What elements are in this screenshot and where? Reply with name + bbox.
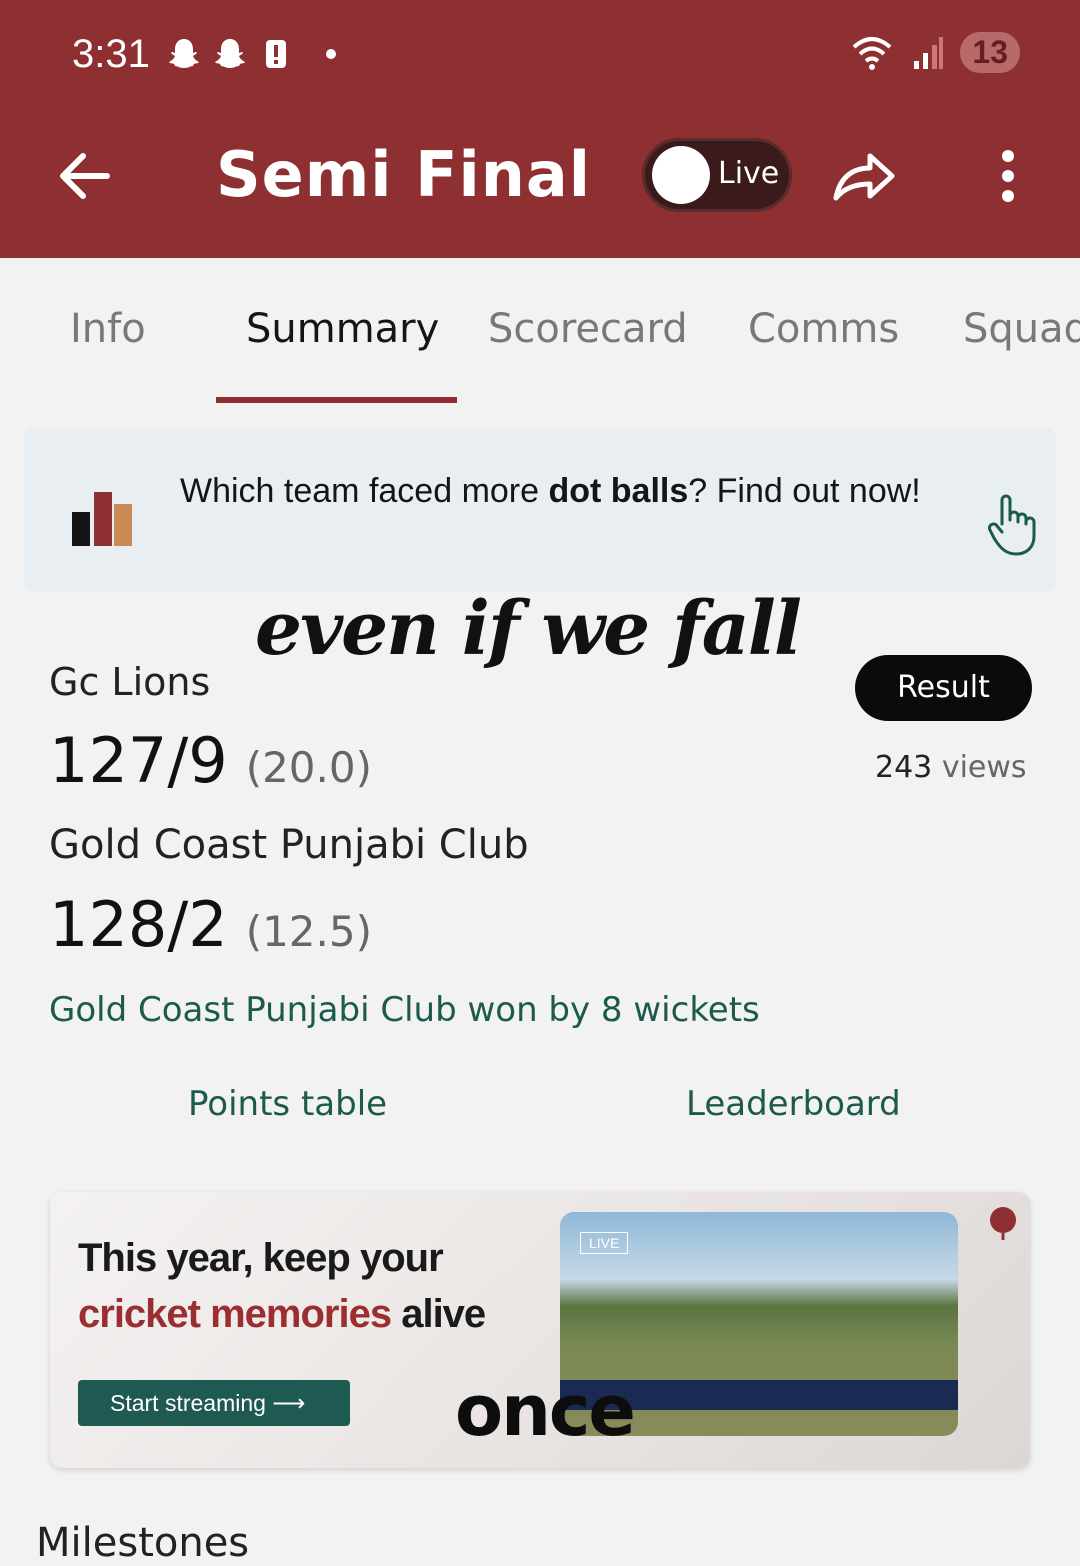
ad-subheadline: cricket memories alive <box>78 1292 486 1336</box>
signal-icon <box>914 36 944 69</box>
overlay-caption-top: even if we fall <box>255 586 802 672</box>
battery-indicator: 13 <box>960 32 1020 73</box>
snapchat-icon <box>215 39 245 68</box>
bar-chart-icon <box>72 492 132 546</box>
page-title: Semi Final <box>216 138 591 211</box>
views-count: 243 views <box>875 750 1027 785</box>
share-icon[interactable] <box>830 146 898 206</box>
active-tab-indicator <box>216 397 457 403</box>
overlay-caption-bottom: once <box>455 1370 636 1452</box>
tab-summary[interactable]: Summary <box>246 306 439 352</box>
live-badge: LIVE <box>580 1232 629 1254</box>
arrow-right-icon: ⟶ <box>272 1390 306 1416</box>
section-title-milestones: Milestones <box>36 1520 250 1566</box>
alert-icon <box>266 40 286 68</box>
team1-name: Gc Lions <box>49 660 211 704</box>
tab-bar: Info Summary Scorecard Comms Squad <box>0 258 1080 404</box>
cricheroes-logo-icon <box>990 1207 1016 1240</box>
tab-info[interactable]: Info <box>70 306 146 352</box>
system-status: 13 <box>850 32 1020 73</box>
notification-icons <box>166 36 336 72</box>
team2-score: 128/2 (12.5) <box>49 888 372 961</box>
back-arrow-icon[interactable] <box>55 148 115 204</box>
live-label: Live <box>718 156 780 191</box>
points-table-link[interactable]: Points table <box>188 1084 387 1124</box>
toggle-knob <box>652 146 710 204</box>
start-streaming-button[interactable]: Start streaming ⟶ <box>78 1380 350 1426</box>
wifi-icon <box>853 36 892 70</box>
app-bar: 3:31 13 Semi Final Live <box>0 0 1080 258</box>
snapchat-icon <box>169 39 199 68</box>
more-notifications-dot <box>326 49 336 59</box>
leaderboard-link[interactable]: Leaderboard <box>686 1084 901 1124</box>
tap-hand-icon <box>988 494 1036 556</box>
ad-headline: This year, keep your <box>78 1236 444 1280</box>
more-options-icon[interactable] <box>992 148 1024 204</box>
match-result-text: Gold Coast Punjabi Club won by 8 wickets <box>49 990 760 1030</box>
team2-name: Gold Coast Punjabi Club <box>49 822 529 868</box>
team1-score: 127/9 (20.0) <box>49 724 372 797</box>
tab-scorecard[interactable]: Scorecard <box>488 306 688 352</box>
result-button[interactable]: Result <box>855 655 1032 721</box>
tab-squad[interactable]: Squad <box>963 306 1080 352</box>
live-toggle[interactable]: Live <box>642 138 792 212</box>
status-time: 3:31 <box>72 32 150 76</box>
promo-text: Which team faced more dot balls? Find ou… <box>180 472 921 510</box>
tab-comms[interactable]: Comms <box>748 306 899 352</box>
dot-balls-promo[interactable]: Which team faced more dot balls? Find ou… <box>24 428 1056 592</box>
